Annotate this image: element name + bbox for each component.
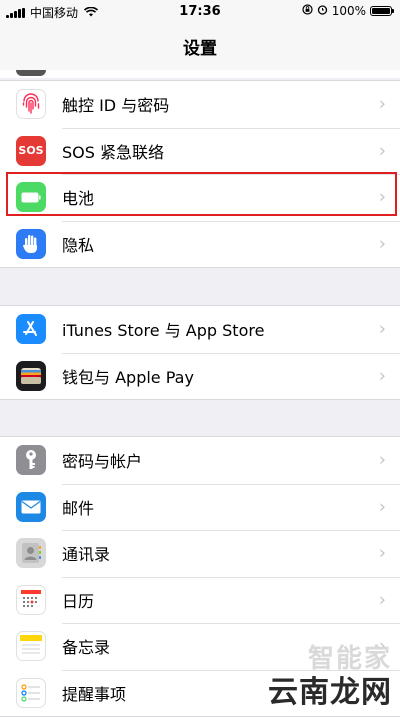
sos-icon: SOS [16, 135, 46, 166]
status-right: 100% [302, 4, 394, 18]
row-label: 隐私 [62, 235, 95, 255]
key-icon [16, 445, 46, 476]
row-touch-id[interactable]: 触控 ID 与密码 › [0, 81, 400, 128]
chevron-right-icon: › [378, 140, 386, 162]
row-label: 通讯录 [62, 545, 111, 565]
row-label: 日历 [62, 591, 95, 611]
fingerprint-icon [16, 89, 46, 120]
page-title: 设置 [183, 39, 217, 59]
notes-icon [16, 631, 46, 662]
row-sos[interactable]: SOS SOS 紧急联络 › [0, 127, 400, 175]
row-privacy[interactable]: 隐私 › [0, 220, 400, 268]
row-wallet[interactable]: 钱包与 Apple Pay › [0, 352, 400, 400]
calendar-icon [16, 584, 46, 615]
row-itunes-app-store[interactable]: iTunes Store 与 App Store › [0, 306, 400, 353]
row-label: 密码与帐户 [62, 452, 143, 472]
hand-icon [16, 228, 46, 259]
row-mail[interactable]: 邮件 › [0, 483, 400, 531]
status-bar: 中国移动 17:36 100% [0, 0, 400, 24]
row-label: 钱包与 Apple Pay [62, 367, 194, 387]
partial-row-icon [16, 70, 46, 76]
row-label: 触控 ID 与密码 [62, 96, 170, 116]
row-label: SOS 紧急联络 [62, 142, 164, 162]
chevron-right-icon: › [378, 589, 386, 611]
alarm-icon [317, 4, 328, 18]
chevron-right-icon: › [378, 365, 386, 387]
status-battery-icon [370, 6, 394, 16]
watermark-bottom: 云南龙网 [268, 675, 392, 710]
wallet-icon [16, 360, 46, 391]
battery-highlight-box [6, 172, 397, 216]
battery-percent: 100% [331, 4, 366, 18]
chevron-right-icon: › [378, 233, 386, 255]
nav-bar: 设置 [0, 24, 400, 71]
app-store-icon [16, 314, 46, 345]
chevron-right-icon: › [378, 449, 386, 471]
row-calendar[interactable]: 日历 › [0, 576, 400, 624]
chevron-right-icon: › [378, 318, 386, 340]
row-label: iTunes Store 与 App Store [62, 321, 265, 341]
mail-icon [16, 491, 46, 522]
chevron-right-icon: › [378, 496, 386, 518]
row-contacts[interactable]: 通讯录 › [0, 530, 400, 577]
chevron-right-icon: › [378, 93, 386, 115]
contacts-icon [16, 538, 46, 569]
orientation-lock-icon [302, 4, 313, 18]
row-label: 邮件 [62, 498, 95, 518]
settings-group-2: iTunes Store 与 App Store › 钱包与 Apple Pay… [0, 305, 400, 400]
reminders-icon [16, 677, 46, 708]
partial-row [0, 70, 400, 78]
row-passwords-accounts[interactable]: 密码与帐户 › [0, 437, 400, 484]
chevron-right-icon: › [378, 542, 386, 564]
